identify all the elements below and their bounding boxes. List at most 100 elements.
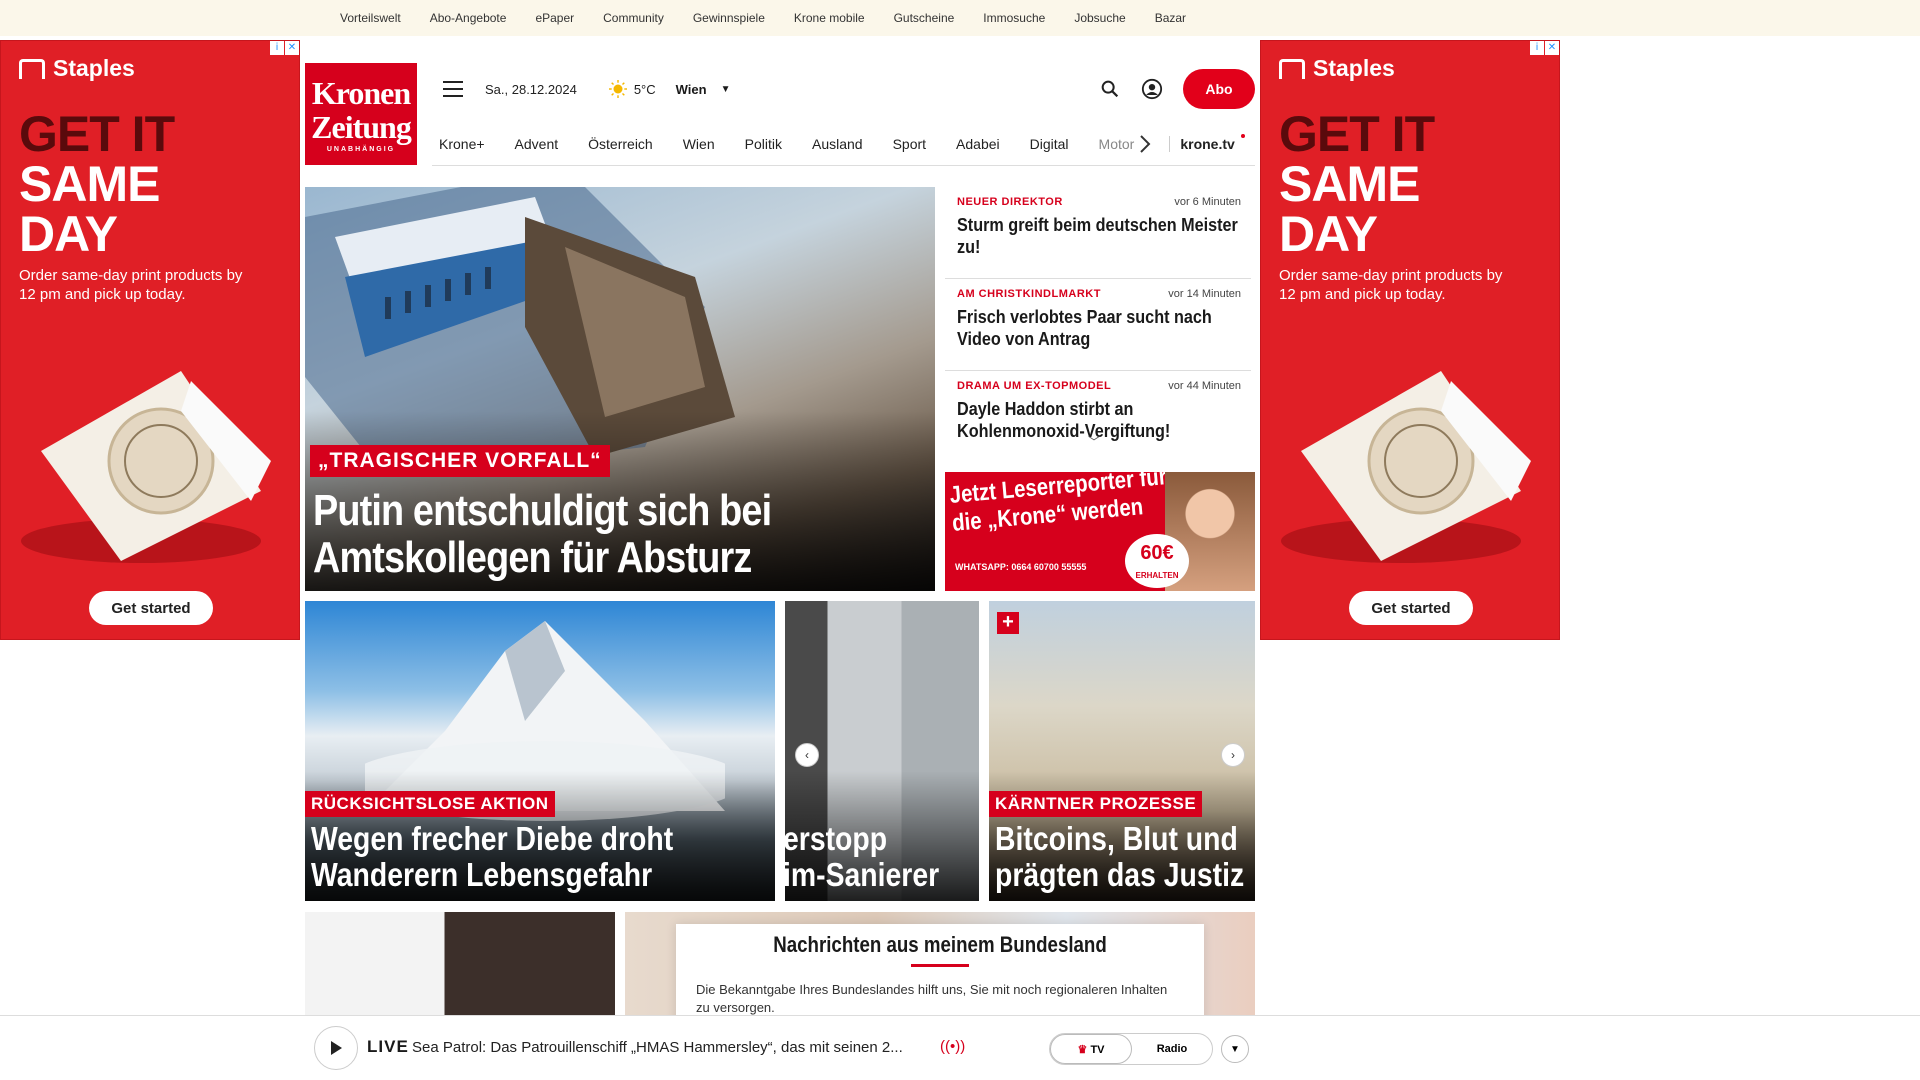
nav-item-krone-tv[interactable]: krone.tv bbox=[1169, 135, 1235, 152]
logo-tagline: UNABHÄNGIG bbox=[326, 145, 396, 153]
news-meta: NEUER DIREKTOR vor 6 Minuten bbox=[957, 196, 1241, 208]
news-headline[interactable]: Frisch verlobtes Paar sucht nach Video v… bbox=[957, 306, 1245, 350]
main-navigation: Krone+ Advent Österreich Wien Politik Au… bbox=[432, 122, 1255, 166]
promo-whatsapp: WHATSAPP: 0664 60700 55555 bbox=[955, 562, 1087, 572]
topbar-link-gewinnspiele[interactable]: Gewinnspiele bbox=[693, 11, 765, 25]
news-category: DRAMA UM EX-TOPMODEL bbox=[957, 380, 1112, 392]
ad-headline: GET IT SAME DAY bbox=[19, 106, 175, 259]
topbar-link-gutscheine[interactable]: Gutscheine bbox=[894, 11, 955, 25]
ad-get-started-button[interactable]: Get started bbox=[89, 591, 213, 625]
live-label: LIVE bbox=[367, 1037, 409, 1056]
chevron-left-icon: ‹ bbox=[805, 748, 809, 762]
live-player-bar: LIVE Sea Patrol: Das Patrouillenschiff „… bbox=[0, 1015, 1920, 1080]
ad-brand-name: Staples bbox=[1313, 55, 1395, 81]
current-date: Sa., 28.12.2024 bbox=[485, 81, 577, 97]
nav-item-digital[interactable]: Digital bbox=[1030, 136, 1069, 152]
ad-subtext: Order same-day print products by 12 pm a… bbox=[19, 267, 243, 303]
caret-down-icon[interactable]: ▼ bbox=[721, 84, 731, 95]
hero-article[interactable]: „TRAGISCHER VORFALL“ Putin entschuldigt … bbox=[305, 187, 935, 591]
ad-info-icon[interactable]: i bbox=[1530, 41, 1544, 55]
temperature: 5°C bbox=[633, 81, 656, 97]
promo-amount-sub: ERHALTEN bbox=[1135, 571, 1179, 580]
nav-item-ausland[interactable]: Ausland bbox=[812, 136, 863, 152]
promo-amount: 60€ bbox=[1140, 542, 1174, 564]
ad-get-started-button[interactable]: Get started bbox=[1349, 591, 1473, 625]
news-item[interactable]: NEUER DIREKTOR vor 6 Minuten Sturm greif… bbox=[945, 187, 1251, 279]
ad-headline-line2: SAME bbox=[1279, 156, 1420, 212]
user-account-icon[interactable] bbox=[1141, 78, 1163, 100]
carousel-prev-button[interactable]: ‹ bbox=[795, 743, 819, 767]
nav-item-politik[interactable]: Politik bbox=[745, 136, 782, 152]
radio-toggle-button[interactable]: Radio bbox=[1132, 1034, 1212, 1064]
site-header: Sa., 28.12.2024 5°C Wien ▼ Abo bbox=[435, 66, 1255, 112]
topbar-link-immosuche[interactable]: Immosuche bbox=[983, 11, 1045, 25]
article-tile[interactable]: KÄRNTNER PROZESSE Bitcoins, Blut und prä… bbox=[989, 601, 1255, 901]
tile-headline-line1: Wegen frecher Diebe droht bbox=[311, 820, 674, 857]
ad-info-icon[interactable]: i bbox=[270, 41, 284, 55]
ad-subtext: Order same-day print products by 12 pm a… bbox=[1279, 267, 1503, 303]
ad-headline-line1: GET IT bbox=[1279, 106, 1435, 162]
staples-logo-icon bbox=[1279, 58, 1305, 79]
topbar-link-vorteilswelt[interactable]: Vorteilswelt bbox=[340, 11, 401, 25]
tile-headline-line1: erstopp bbox=[785, 820, 888, 857]
ad-choices[interactable]: i ✕ bbox=[1530, 41, 1559, 55]
topbar-link-jobsuche[interactable]: Jobsuche bbox=[1074, 11, 1125, 25]
expand-player-button[interactable]: ▼ bbox=[1221, 1035, 1249, 1063]
tv-toggle-button[interactable]: ♛ TV bbox=[1050, 1034, 1132, 1064]
nav-item-wien[interactable]: Wien bbox=[683, 136, 715, 152]
abo-button[interactable]: Abo bbox=[1183, 69, 1255, 109]
news-headline[interactable]: Dayle Haddon stirbt an Kohlenmonoxid-Ver… bbox=[957, 398, 1245, 442]
hero-headline[interactable]: Putin entschuldigt sich bei Amtskollegen… bbox=[313, 487, 932, 581]
media-toggle: ♛ TV Radio bbox=[1049, 1033, 1213, 1065]
news-time: vor 14 Minuten bbox=[1168, 288, 1241, 300]
tile-headline[interactable]: Bitcoins, Blut und prägten das Justiz bbox=[995, 821, 1255, 893]
ad-close-icon[interactable]: ✕ bbox=[285, 41, 299, 55]
left-ad-banner[interactable]: i ✕ Staples GET IT SAME DAY Order same-d… bbox=[0, 40, 300, 640]
ad-brand-name: Staples bbox=[53, 55, 135, 81]
search-icon[interactable] bbox=[1099, 78, 1121, 100]
tile-headline-line2: prägten das Justiz bbox=[995, 856, 1245, 893]
tile-headline[interactable]: erstopp im-Sanierer bbox=[785, 821, 979, 893]
logo-line2: Zeitung bbox=[311, 108, 412, 145]
leserreporter-promo[interactable]: Jetzt Leserreporter für die „Krone“ werd… bbox=[945, 472, 1255, 591]
topbar-link-abo-angebote[interactable]: Abo-Angebote bbox=[430, 11, 507, 25]
chevron-down-icon: ▼ bbox=[1230, 1043, 1240, 1055]
chevron-down-icon[interactable]: ﹀ bbox=[1088, 433, 1100, 445]
ad-headline-line1: GET IT bbox=[19, 106, 175, 162]
kronen-zeitung-logo[interactable]: Kronen Zeitung UNABHÄNGIG bbox=[305, 63, 417, 165]
play-button[interactable] bbox=[314, 1026, 358, 1070]
nav-item-motor[interactable]: Motor bbox=[1099, 136, 1135, 152]
hamburger-menu-icon[interactable] bbox=[443, 81, 463, 97]
nav-item-krone-plus[interactable]: Krone+ bbox=[439, 136, 485, 152]
tile-headline-line2: Wanderern Lebensgefahr bbox=[311, 856, 653, 893]
tile-headline-line1: Bitcoins, Blut und bbox=[995, 820, 1238, 857]
hero-kicker: „TRAGISCHER VORFALL“ bbox=[310, 445, 610, 477]
news-item[interactable]: AM CHRISTKINDLMARKT vor 14 Minuten Frisc… bbox=[945, 279, 1251, 371]
ad-choices[interactable]: i ✕ bbox=[270, 41, 299, 55]
right-ad-banner[interactable]: i ✕ Staples GET IT SAME DAY Order same-d… bbox=[1260, 40, 1560, 640]
topbar-link-bazar[interactable]: Bazar bbox=[1155, 11, 1186, 25]
topbar-link-krone-mobile[interactable]: Krone mobile bbox=[794, 11, 865, 25]
play-icon bbox=[331, 1041, 342, 1055]
ad-product-image bbox=[1281, 371, 1531, 563]
chevron-right-icon[interactable] bbox=[1138, 134, 1152, 154]
nav-item-sport[interactable]: Sport bbox=[893, 136, 926, 152]
carousel-next-button[interactable]: › bbox=[1221, 743, 1245, 767]
article-tile[interactable]: RÜCKSICHTSLOSE AKTION Wegen frecher Dieb… bbox=[305, 601, 775, 901]
ad-close-icon[interactable]: ✕ bbox=[1545, 41, 1559, 55]
tile-headline[interactable]: Wegen frecher Diebe droht Wanderern Lebe… bbox=[311, 821, 775, 893]
topbar-link-community[interactable]: Community bbox=[603, 11, 664, 25]
live-program-title[interactable]: Sea Patrol: Das Patrouillenschiff „HMAS … bbox=[412, 1039, 903, 1056]
promo-text: Jetzt Leserreporter für die „Krone“ werd… bbox=[948, 472, 1168, 537]
city-selector[interactable]: Wien bbox=[676, 82, 707, 97]
ad-brand: Staples bbox=[1279, 55, 1395, 82]
news-headline[interactable]: Sturm greift beim deutschen Meister zu! bbox=[957, 214, 1245, 258]
live-dot-indicator bbox=[1240, 133, 1245, 138]
nav-item-oesterreich[interactable]: Österreich bbox=[588, 136, 653, 152]
logo-line1: Kronen bbox=[311, 74, 411, 111]
crown-icon: ♛ bbox=[1077, 1043, 1088, 1056]
topbar-link-epaper[interactable]: ePaper bbox=[535, 11, 574, 25]
nav-item-adabei[interactable]: Adabei bbox=[956, 136, 1000, 152]
nav-item-advent[interactable]: Advent bbox=[515, 136, 559, 152]
ad-brand: Staples bbox=[19, 55, 135, 82]
